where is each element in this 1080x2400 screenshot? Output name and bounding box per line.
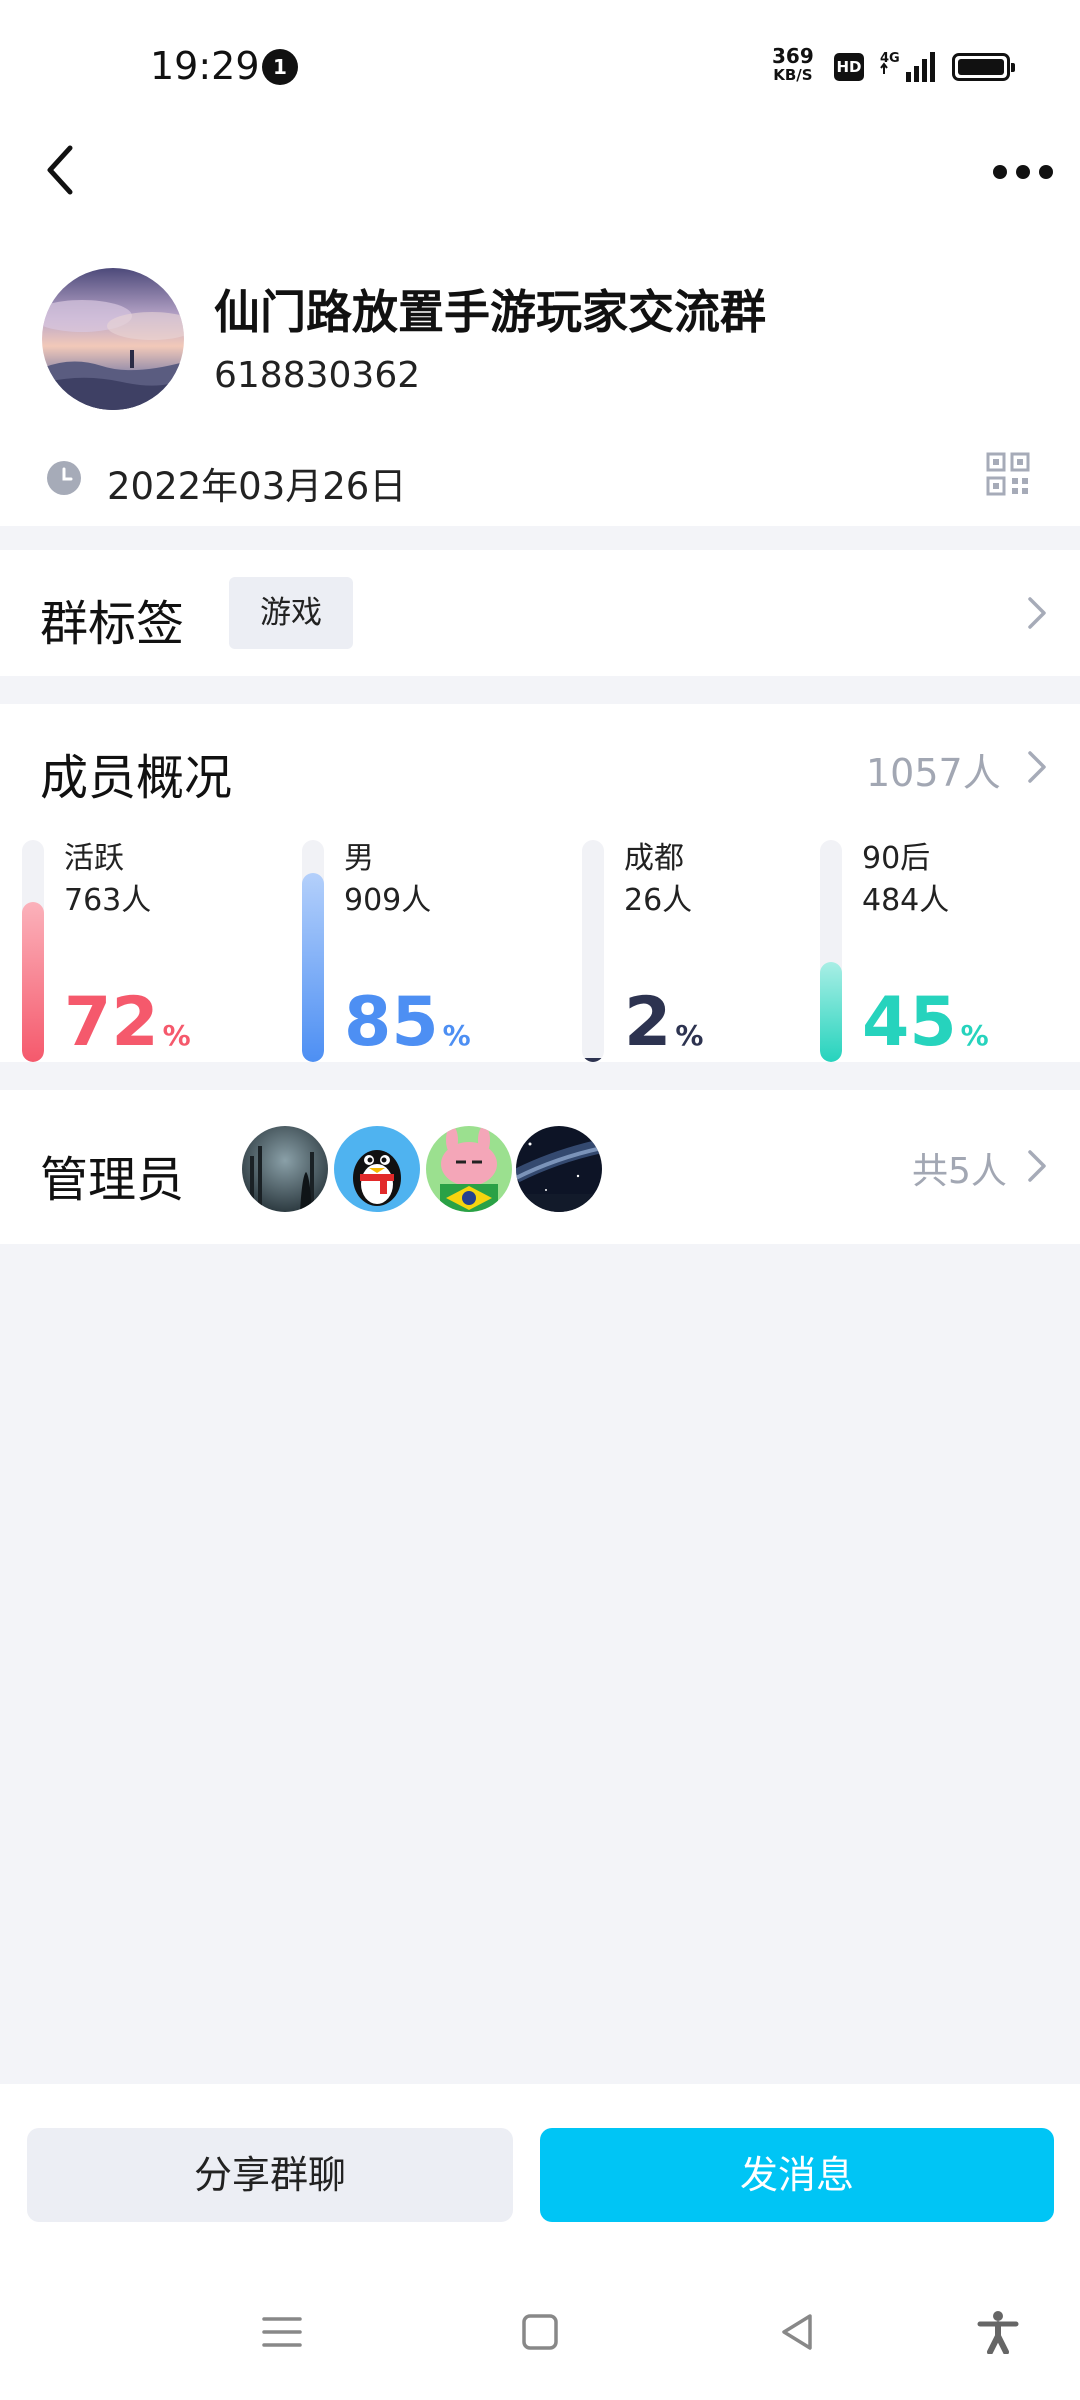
member-total[interactable]: 1057人 [866,742,1001,797]
admin-avatar[interactable] [242,1126,328,1212]
back-nav-icon[interactable] [776,2310,820,2354]
stat-percent: 85% [344,988,471,1071]
admin-avatar[interactable] [516,1126,602,1212]
stat-bar-track [302,840,324,1062]
stat-label: 成都 [624,841,684,876]
back-button[interactable] [40,140,84,200]
stat-count: 26人 [624,883,693,918]
stat-label: 男 [344,841,374,876]
stat-count: 909人 [344,883,432,918]
menu-nav-icon[interactable] [260,2310,304,2354]
group-name: 仙门路放置手游玩家交流群 [214,285,766,339]
stat-percent-value: 2 [624,983,672,1062]
admins-section-title: 管理员 [40,1152,185,1208]
members-section-title: 成员概况 [40,750,233,806]
group-id: 618830362 [214,355,421,396]
stat-percent-value: 85 [344,983,439,1062]
status-time: 19:29 [150,44,260,88]
stat-bar-fill [22,902,44,1062]
stat-percent-value: 45 [862,983,957,1062]
stat-percent-sign: % [675,1019,704,1052]
stat-bar-fill [582,1058,604,1062]
stat-bar-track [820,840,842,1062]
hd-badge: HD [834,53,864,81]
notification-badge: 1 [262,49,298,85]
stat-percent-value: 72 [64,983,159,1062]
chevron-right-icon[interactable] [1026,749,1048,785]
stat-count: 484人 [862,883,950,918]
tag-chip: 游戏 [229,577,353,649]
network-speed-value: 369 [772,44,814,68]
stat-age-group: 90后 484人 45% [820,840,1060,1062]
send-message-button[interactable]: 发消息 [540,2128,1054,2222]
stat-bar-track [582,840,604,1062]
more-options-button[interactable] [990,160,1056,184]
stat-percent: 45% [862,988,989,1071]
stat-count: 763人 [64,883,152,918]
stat-percent: 2% [624,988,703,1071]
stat-percent-sign: % [162,1019,191,1052]
qr-code-icon[interactable] [986,452,1030,496]
status-bar: 19:29 1 369 KB/S HD 4G [0,0,1080,130]
admin-avatar[interactable] [334,1126,420,1212]
stat-bar-fill [302,873,324,1062]
share-group-button[interactable]: 分享群聊 [27,2128,513,2222]
stat-percent-sign: % [442,1019,471,1052]
chevron-right-icon[interactable] [1026,595,1048,631]
stat-bar-fill [820,962,842,1062]
stat-male: 男 909人 85% [302,840,542,1062]
stat-label: 活跃 [64,841,124,876]
stat-percent: 72% [64,988,191,1071]
stat-percent-sign: % [960,1019,989,1052]
clock-icon [47,461,81,495]
battery-icon [952,53,1015,81]
network-speed: 369 KB/S [772,46,814,84]
created-date: 2022年03月26日 [107,465,407,508]
admin-avatar[interactable] [426,1126,512,1212]
home-nav-icon[interactable] [518,2310,562,2354]
admin-count[interactable]: 共5人 [912,1142,1007,1194]
stat-label: 90后 [862,841,931,876]
network-speed-unit: KB/S [773,66,813,84]
tags-section-title: 群标签 [40,596,185,652]
stat-city: 成都 26人 2% [582,840,822,1062]
stat-bar-track [22,840,44,1062]
accessibility-icon[interactable] [976,2310,1020,2354]
chevron-right-icon[interactable] [1026,1148,1048,1184]
signal-icon: 4G [880,51,935,82]
stat-active: 活跃 763人 72% [22,840,262,1062]
group-avatar[interactable] [42,268,184,410]
